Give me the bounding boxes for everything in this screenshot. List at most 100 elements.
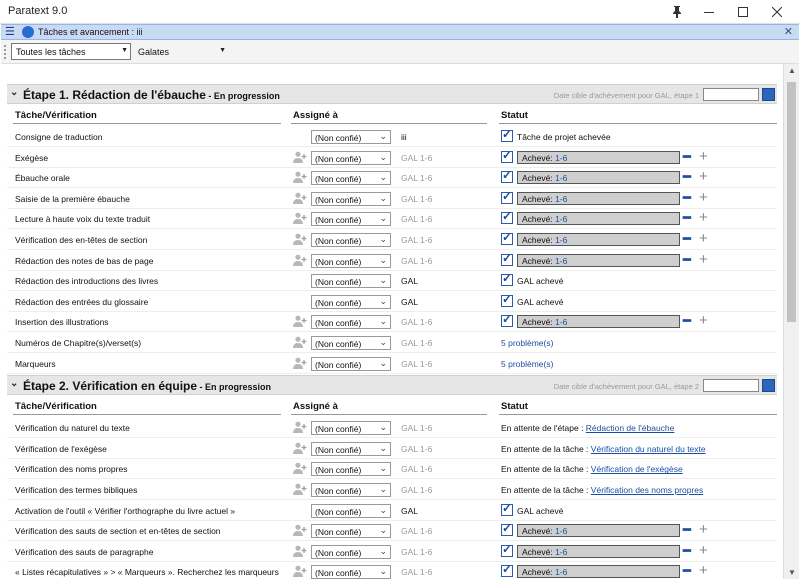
remove-button[interactable]: ━ — [683, 544, 691, 557]
remove-button[interactable]: ━ — [683, 523, 691, 536]
complete-checkbox[interactable]: ✓ — [501, 542, 513, 557]
add-button[interactable]: + — [699, 313, 708, 328]
remove-button[interactable]: ━ — [683, 564, 691, 577]
assign-user-icon[interactable] — [293, 192, 307, 204]
assignee-dropdown[interactable]: (Non confié) ⌄ — [311, 253, 391, 268]
add-button[interactable]: + — [699, 563, 708, 578]
remove-button[interactable]: ━ — [683, 150, 691, 163]
assignee-dropdown[interactable]: (Non confié) ⌄ — [311, 544, 391, 559]
remove-button[interactable]: ━ — [683, 232, 691, 245]
complete-checkbox[interactable]: ✓ — [501, 189, 513, 204]
assignee-dropdown[interactable]: (Non confié) ⌄ — [311, 191, 391, 206]
maximize-icon[interactable] — [726, 0, 760, 24]
scroll-down-icon[interactable]: ▼ — [788, 568, 796, 577]
assign-user-icon[interactable] — [293, 233, 307, 245]
assign-user-icon[interactable] — [293, 357, 307, 369]
vertical-scrollbar[interactable]: ▲ ▼ — [783, 64, 799, 579]
dependency-link[interactable]: Vérification du naturel du texte — [591, 444, 706, 454]
add-button[interactable]: + — [699, 522, 708, 537]
complete-checkbox[interactable]: ✓ — [501, 271, 513, 287]
dependency-link[interactable]: Vérification des noms propres — [591, 485, 703, 495]
complete-checkbox[interactable]: ✓ — [501, 148, 513, 163]
collapse-chevron-icon[interactable]: ⌄ — [10, 378, 18, 389]
complete-checkbox[interactable]: ✓ — [501, 230, 513, 245]
complete-checkbox[interactable]: ✓ — [501, 168, 513, 184]
assignee-dropdown[interactable]: (Non confié) ⌄ — [311, 421, 391, 436]
assign-user-icon[interactable] — [293, 483, 307, 495]
add-button[interactable]: + — [699, 231, 708, 246]
assignee-dropdown[interactable]: (Non confié) ⌄ — [311, 150, 391, 165]
calendar-icon[interactable] — [762, 379, 775, 393]
collapse-chevron-icon[interactable]: ⌄ — [10, 87, 18, 98]
assignee-dropdown[interactable]: (Non confié) ⌄ — [311, 565, 391, 579]
dependency-link[interactable]: Vérification de l'exégèse — [591, 464, 683, 474]
assignee-dropdown[interactable]: (Non confié) ⌄ — [311, 441, 391, 456]
add-button[interactable]: + — [699, 149, 708, 164]
add-button[interactable]: + — [699, 252, 708, 267]
assignee-dropdown[interactable]: (Non confié) ⌄ — [311, 171, 391, 186]
assignee-dropdown[interactable]: (Non confié) ⌄ — [311, 233, 391, 247]
complete-checkbox[interactable]: ✓ — [501, 251, 513, 266]
assignee-dropdown[interactable]: (Non confié) ⌄ — [311, 274, 391, 289]
book-dropdown[interactable]: Galates ▼ — [133, 43, 229, 60]
problems-link[interactable]: 5 problème(s) — [501, 338, 553, 348]
dependency-link[interactable]: Rédaction de l'ébauche — [586, 423, 675, 433]
add-button[interactable]: + — [699, 543, 708, 558]
assign-user-icon[interactable] — [293, 315, 307, 328]
assign-user-icon[interactable] — [293, 565, 307, 578]
assignee-dropdown[interactable]: (Non confié) ⌄ — [311, 483, 391, 497]
task-filter-dropdown[interactable]: Toutes les tâches ▼ — [11, 43, 131, 60]
waiting-status: En attente de la tâche : Vérification de… — [501, 485, 703, 495]
remove-button[interactable]: ━ — [683, 314, 691, 327]
close-icon[interactable] — [760, 0, 794, 24]
hamburger-icon[interactable]: ☰ — [5, 26, 15, 39]
complete-checkbox[interactable]: ✓ — [501, 562, 513, 578]
assign-user-icon[interactable] — [293, 336, 307, 348]
assignee-dropdown[interactable]: (Non confié) ⌄ — [311, 294, 391, 309]
assign-user-icon[interactable] — [293, 212, 307, 225]
remove-button[interactable]: ━ — [683, 170, 691, 183]
assignee-dropdown[interactable]: (Non confié) ⌄ — [311, 212, 391, 227]
remove-button[interactable]: ━ — [683, 191, 691, 204]
complete-checkbox[interactable]: ✓ — [501, 521, 513, 537]
target-date-input[interactable] — [703, 88, 759, 101]
assign-user-icon[interactable] — [293, 171, 307, 184]
assign-user-icon[interactable] — [293, 462, 307, 475]
add-button[interactable]: + — [699, 169, 708, 184]
scroll-thumb[interactable] — [787, 82, 796, 322]
assignee-dropdown[interactable]: (Non confié) ⌄ — [311, 524, 391, 539]
assign-user-icon[interactable] — [293, 421, 307, 434]
add-button[interactable]: + — [699, 210, 708, 225]
assign-user-icon[interactable] — [293, 524, 307, 537]
assign-user-icon[interactable] — [293, 254, 307, 266]
calendar-icon[interactable] — [762, 88, 775, 101]
assign-user-icon[interactable] — [293, 545, 307, 557]
remove-button[interactable]: ━ — [683, 211, 691, 224]
task-row: Vérification des noms propres (Non confié… — [7, 459, 777, 479]
stage-header-1[interactable]: ⌄ Étape 1. Rédaction de l'ébauche - En pr… — [7, 84, 777, 104]
panel-close-button[interactable]: ✕ — [784, 25, 793, 38]
problems-link[interactable]: 5 problème(s) — [501, 359, 553, 369]
assignee-dropdown[interactable]: (Non confié) ⌄ — [311, 130, 391, 144]
minimize-icon[interactable] — [692, 0, 726, 24]
scroll-up-icon[interactable]: ▲ — [788, 66, 796, 75]
add-button[interactable]: + — [699, 190, 708, 205]
remove-button[interactable]: ━ — [683, 253, 691, 266]
target-date-input[interactable] — [703, 379, 759, 393]
complete-checkbox[interactable]: ✓ — [501, 292, 513, 307]
assignee-dropdown[interactable]: (Non confié) ⌄ — [311, 315, 391, 330]
complete-checkbox[interactable]: ✓ — [501, 127, 513, 142]
stage-header-2[interactable]: ⌄ Étape 2. Vérification en équipe - En pr… — [7, 375, 777, 396]
toolbar-grip[interactable] — [4, 45, 6, 59]
complete-checkbox[interactable]: ✓ — [501, 501, 513, 516]
assignee-dropdown[interactable]: (Non confié) ⌄ — [311, 503, 391, 518]
assignee-dropdown[interactable]: (Non confié) ⌄ — [311, 336, 391, 350]
complete-checkbox[interactable]: ✓ — [501, 312, 513, 328]
assignee-dropdown[interactable]: (Non confié) ⌄ — [311, 356, 391, 371]
chevron-down-icon: ⌄ — [379, 566, 387, 577]
assignee-dropdown[interactable]: (Non confié) ⌄ — [311, 462, 391, 477]
pin-icon[interactable] — [660, 0, 694, 24]
assign-user-icon[interactable] — [293, 151, 307, 163]
assign-user-icon[interactable] — [293, 442, 307, 454]
complete-checkbox[interactable]: ✓ — [501, 209, 513, 225]
